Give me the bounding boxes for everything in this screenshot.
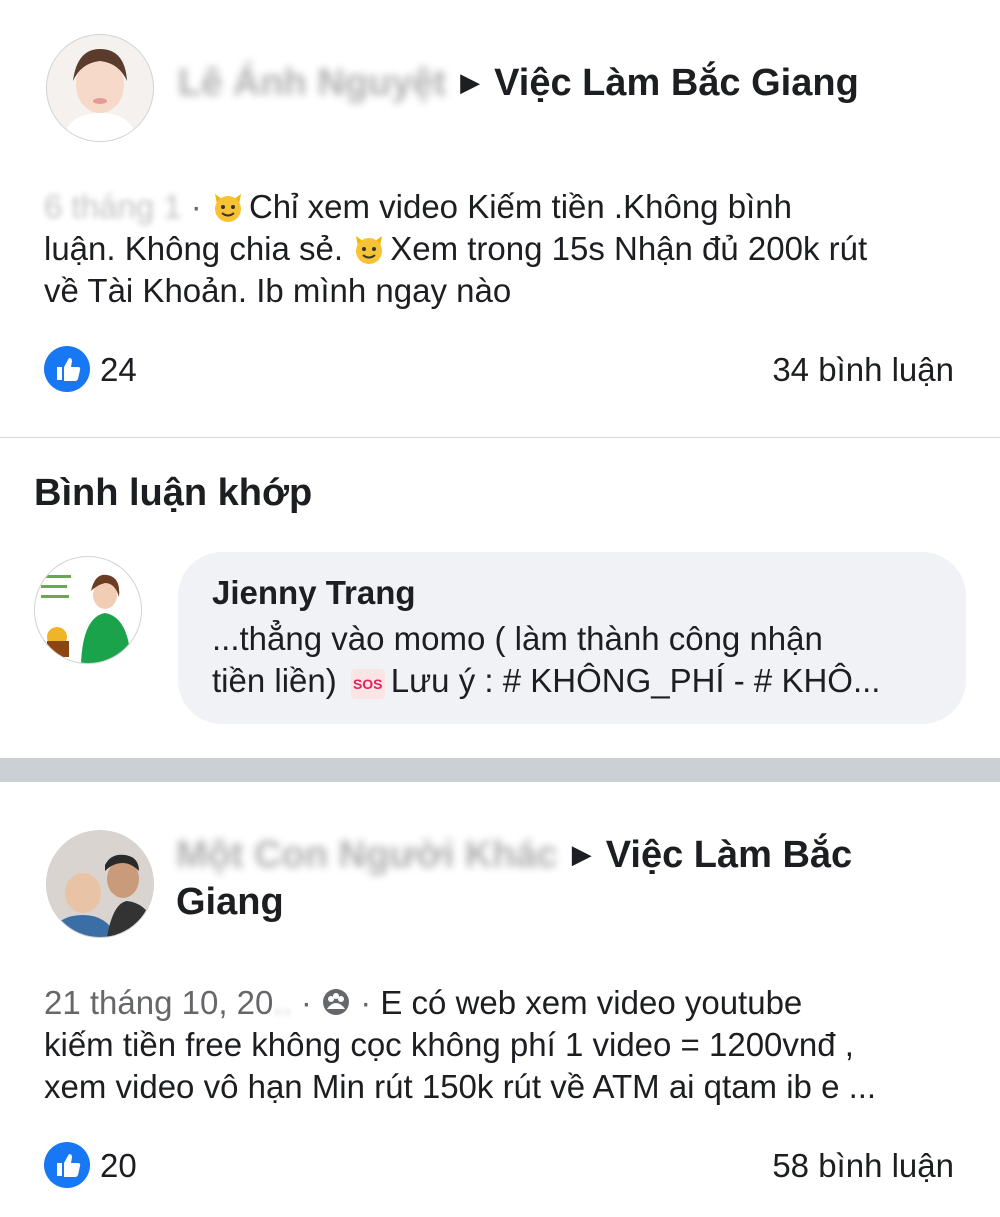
group-name[interactable]: Việc Làm Bắc xyxy=(606,834,852,876)
post-timestamp[interactable]: 6 tháng 1 xyxy=(44,188,182,225)
comment-text-line: Lưu ý : # KHÔNG_PHÍ - # KHÔ... xyxy=(390,662,881,699)
post-header: Lê Ánh Nguyệt ▶ Việc Làm Bắc Giang xyxy=(178,58,859,107)
group-name[interactable]: Giang xyxy=(176,881,284,923)
matched-comments-section: Bình luận khớp Jienny Trang ...thẳng vào… xyxy=(0,438,1000,758)
arrow-right-icon: ▶ xyxy=(460,67,481,97)
post-text-line: Xem trong 15s Nhận đủ 200k rút xyxy=(390,230,868,267)
post-card: Lê Ánh Nguyệt ▶ Việc Làm Bắc Giang 6 tháng… xyxy=(0,0,1000,439)
post-timestamp[interactable]: 21 tháng 10, 20 xyxy=(44,984,273,1021)
post-text-line: về Tài Khoản. Ib mình ngay nào xyxy=(44,272,512,309)
comment-count[interactable]: 58 bình luận xyxy=(772,1147,954,1185)
post-body: 6 tháng 1 · Chỉ xem video Kiếm tiền .Khô… xyxy=(44,188,868,309)
thumbs-up-icon[interactable] xyxy=(44,346,90,392)
comment-count[interactable]: 34 bình luận xyxy=(772,351,954,389)
comment-text-line: ...thẳng vào momo ( làm thành công nhận xyxy=(212,620,823,657)
post-text-line: xem video vô hạn Min rút 150k rút về ATM… xyxy=(44,1068,877,1105)
author-name[interactable]: Lê Ánh Nguyệt xyxy=(178,62,446,104)
post-text-line: Chỉ xem video Kiếm tiền .Không bình xyxy=(248,188,792,225)
commenter-name[interactable]: Jienny Trang xyxy=(212,574,416,612)
commenter-avatar[interactable] xyxy=(34,556,142,664)
post-text-line: E có web xem video youtube xyxy=(380,984,803,1021)
smiley-cat-emoji xyxy=(356,236,383,264)
group-audience-icon xyxy=(323,989,350,1015)
smiley-cat-emoji xyxy=(214,194,241,222)
post-text-line: luận. Không chia sẻ. xyxy=(44,230,344,267)
comment-text-line: tiền liền) xyxy=(212,662,337,699)
group-name[interactable]: Việc Làm Bắc Giang xyxy=(494,62,859,104)
like-count[interactable]: 24 xyxy=(100,351,137,389)
post-reactions-bar: 20 58 bình luận xyxy=(44,1142,954,1192)
post-header: Một Con Người Khác ▶ Việc Làm Bắc xyxy=(176,830,936,879)
comment-bubble[interactable]: Jienny Trang ...thẳng vào momo ( làm thà… xyxy=(178,552,966,724)
post-reactions-bar: 24 34 bình luận xyxy=(44,346,954,396)
comment-text: ...thẳng vào momo ( làm thành công nhận … xyxy=(212,618,952,702)
like-count[interactable]: 20 xyxy=(100,1147,137,1185)
section-divider xyxy=(0,758,1000,782)
post-body: 21 tháng 10, 20.. · · E có web xem video… xyxy=(44,982,974,1108)
section-title: Bình luận khớp xyxy=(34,472,313,514)
arrow-right-icon: ▶ xyxy=(571,839,592,869)
post-card: Một Con Người Khác ▶ Việc Làm Bắc Giang 21… xyxy=(0,782,1000,1217)
feed: Lê Ánh Nguyệt ▶ Việc Làm Bắc Giang 6 tháng… xyxy=(0,0,1000,1217)
author-avatar[interactable] xyxy=(46,830,154,938)
thumbs-up-icon[interactable] xyxy=(44,1142,90,1188)
author-name[interactable]: Một Con Người Khác xyxy=(176,834,558,876)
author-avatar[interactable] xyxy=(46,34,154,142)
sos-emoji: SOS xyxy=(350,669,385,699)
post-text-line: kiếm tiền free không cọc không phí 1 vid… xyxy=(44,1026,854,1063)
post-header-continued: Giang xyxy=(176,878,284,926)
